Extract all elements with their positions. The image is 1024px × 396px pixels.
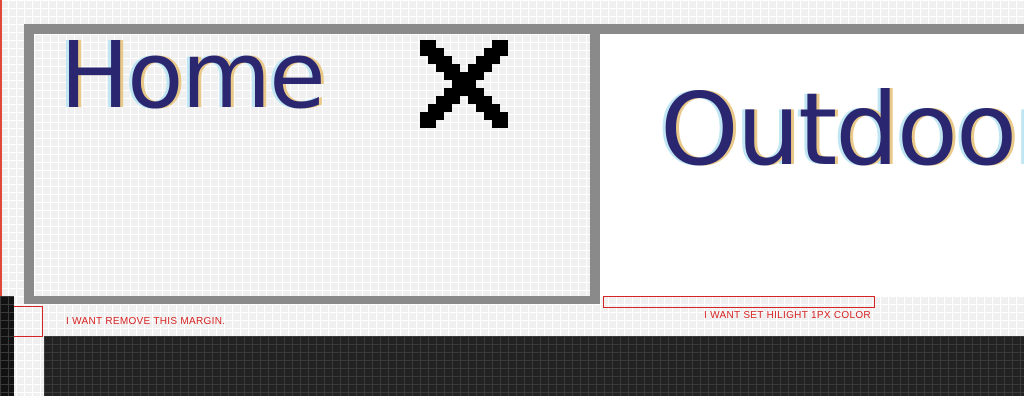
tab-home-label: Home <box>60 22 326 129</box>
tab-outdoor-label: Outdoor <box>660 71 1024 188</box>
left-edge-rule <box>0 0 2 300</box>
tab-strip-top-rail <box>600 24 1024 34</box>
content-bar <box>44 336 1024 396</box>
margin-annotation: I WANT REMOVE THIS MARGIN. <box>66 316 226 327</box>
hilight-annotation-box <box>603 296 875 308</box>
close-icon[interactable] <box>420 40 508 128</box>
margin-highlight-box <box>12 306 43 337</box>
left-black-strip <box>0 296 14 396</box>
tab-outdoor[interactable]: Outdoor <box>600 34 1024 296</box>
hilight-annotation: I WANT SET HILIGHT 1PX COLOR <box>704 310 871 321</box>
